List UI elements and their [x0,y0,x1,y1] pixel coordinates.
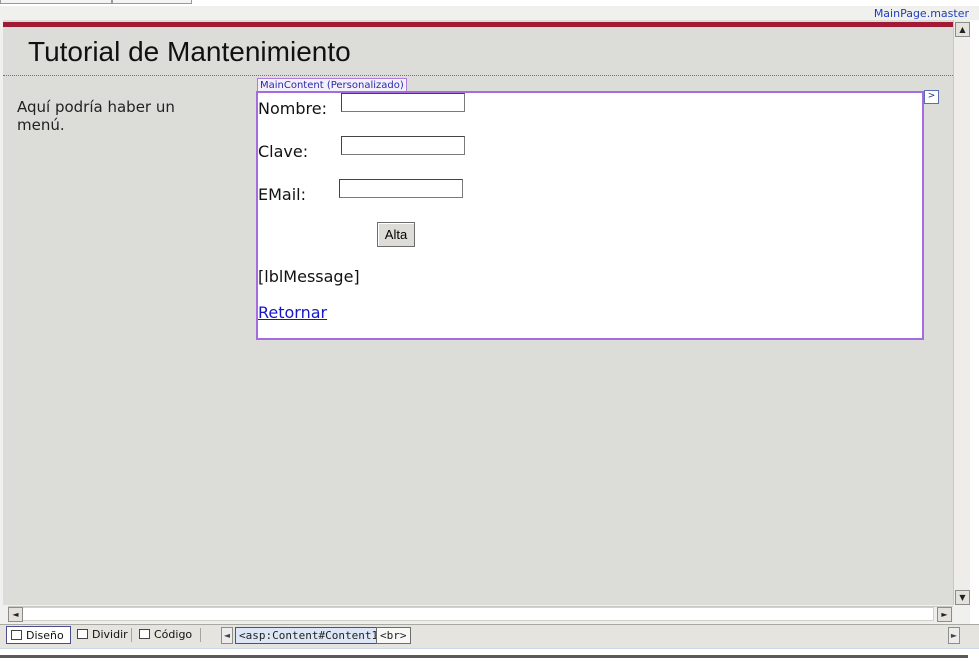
tab-separator [200,628,201,642]
tab-design[interactable]: Diseño [6,626,71,644]
vertical-scrollbar[interactable] [953,20,971,605]
top-tab-strip [0,0,979,6]
window-right-edge [970,20,979,648]
tab-separator [131,628,132,642]
document-tab-fragment[interactable] [112,0,192,4]
design-view-icon [11,630,22,640]
nombre-input[interactable] [341,93,465,112]
email-label: EMail: [258,185,306,204]
tab-code[interactable]: Código [135,626,195,644]
retornar-link[interactable]: Retornar [258,303,327,322]
smart-tag-arrow-icon[interactable]: > [924,90,939,104]
split-view-icon [77,629,88,639]
tab-code-label: Código [154,628,193,641]
scroll-up-icon[interactable]: ▲ [955,22,970,37]
designer-surface: MainPage.master Tutorial de Mantenimient… [0,0,979,661]
crumb-next-icon[interactable]: ► [948,627,960,644]
alta-button[interactable]: Alta [377,222,415,247]
tab-design-label: Diseño [26,629,64,642]
header-color-bar [3,22,953,27]
footer-strip [0,648,979,661]
breadcrumb-content[interactable]: <asp:Content#Content1> [235,627,389,644]
scroll-down-icon[interactable]: ▼ [955,590,970,605]
tab-split[interactable]: Dividir [73,626,129,644]
email-input[interactable] [339,179,463,198]
clave-label: Clave: [258,142,309,161]
scroll-right-icon[interactable]: ► [937,607,952,622]
breadcrumb-br[interactable]: <br> [376,627,411,644]
master-page-label: MainPage.master [873,7,969,20]
horizontal-scroll-thumb[interactable] [22,607,934,621]
menu-placeholder-text: Aquí podría haber un menú. [17,98,175,134]
message-label: [lblMessage] [258,267,360,286]
nombre-label: Nombre: [258,99,327,118]
crumb-prev-icon[interactable]: ◄ [221,627,233,644]
tab-split-label: Dividir [92,628,128,641]
document-tab-fragment[interactable] [0,0,112,4]
content-region-label[interactable]: MainContent (Personalizado) [257,78,407,92]
header-divider [3,75,953,76]
page-title: Tutorial de Mantenimiento [28,36,351,67]
code-view-icon [139,629,150,639]
scroll-left-icon[interactable]: ◄ [8,607,23,622]
clave-input[interactable] [341,136,465,155]
main-content-region[interactable] [256,91,924,340]
